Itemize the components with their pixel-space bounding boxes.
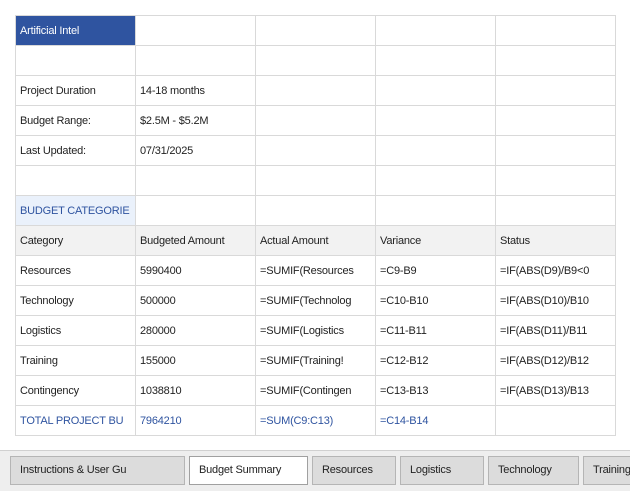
- sheet-cell[interactable]: 5990400: [135, 255, 256, 286]
- column-header-cell[interactable]: Budgeted Amount: [135, 225, 256, 256]
- sheet-cell[interactable]: =IF(ABS(D10)/B10: [495, 285, 616, 316]
- sheet-cell[interactable]: [495, 75, 616, 106]
- sheet-cell[interactable]: [375, 135, 496, 166]
- sheet-cell[interactable]: =SUMIF(Resources: [255, 255, 376, 286]
- sheet-cell[interactable]: 14-18 months: [135, 75, 256, 106]
- sheet-cell[interactable]: [255, 165, 376, 196]
- sheet-cell[interactable]: =IF(ABS(D13)/B13: [495, 375, 616, 406]
- sheet-cell[interactable]: [255, 15, 376, 46]
- sheet-cell[interactable]: Training: [15, 345, 136, 376]
- sheet-tab-logistics[interactable]: Logistics: [400, 456, 484, 485]
- sheet-cell[interactable]: Resources: [15, 255, 136, 286]
- sheet-cell[interactable]: Logistics: [15, 315, 136, 346]
- sheet-cell[interactable]: [135, 45, 256, 76]
- sheet-cell[interactable]: [15, 165, 136, 196]
- sheet-cell[interactable]: =C14-B14: [375, 405, 496, 436]
- sheet-cell[interactable]: 280000: [135, 315, 256, 346]
- sheet-cell[interactable]: =C11-B11: [375, 315, 496, 346]
- sheet-tab-resources[interactable]: Resources: [312, 456, 396, 485]
- sheet-cell[interactable]: 07/31/2025: [135, 135, 256, 166]
- sheet-cell[interactable]: [495, 45, 616, 76]
- sheet-cell[interactable]: [15, 45, 136, 76]
- sheet-cell[interactable]: =SUMIF(Logistics: [255, 315, 376, 346]
- sheet-cell[interactable]: [375, 75, 496, 106]
- sheet-row: Artificial Intel: [15, 15, 616, 46]
- sheet-cell[interactable]: [255, 45, 376, 76]
- sheet-cell[interactable]: Contingency: [15, 375, 136, 406]
- sheet-row: [15, 45, 616, 76]
- sheet-cell[interactable]: 1038810: [135, 375, 256, 406]
- sheet-tab-technology[interactable]: Technology: [488, 456, 579, 485]
- sheet-cell[interactable]: =C9-B9: [375, 255, 496, 286]
- sheet-row: Technology 500000 =SUMIF(Technolog =C10-B10…: [15, 285, 616, 316]
- sheet-cell[interactable]: [375, 195, 496, 226]
- sheet-cell[interactable]: =SUMIF(Technolog: [255, 285, 376, 316]
- section-header-cell[interactable]: BUDGET CATEGORIE: [15, 195, 136, 226]
- sheet-cell[interactable]: [255, 105, 376, 136]
- sheet-cell[interactable]: [495, 135, 616, 166]
- sheet-cell[interactable]: 7964210: [135, 405, 256, 436]
- column-header-cell[interactable]: Status: [495, 225, 616, 256]
- sheet-cell[interactable]: TOTAL PROJECT BU: [15, 405, 136, 436]
- sheet-cell[interactable]: [375, 15, 496, 46]
- sheet-row: BUDGET CATEGORIE: [15, 195, 616, 226]
- sheet-row: TOTAL PROJECT BU 7964210 =SUM(C9:C13) =C14-…: [15, 405, 616, 436]
- column-header-cell[interactable]: Variance: [375, 225, 496, 256]
- sheet-cell[interactable]: =SUMIF(Training!: [255, 345, 376, 376]
- sheet-row: Category Budgeted Amount Actual Amount Vari…: [15, 225, 616, 256]
- column-header-cell[interactable]: Category: [15, 225, 136, 256]
- sheet-cell[interactable]: =IF(ABS(D12)/B12: [495, 345, 616, 376]
- sheet-cell[interactable]: 500000: [135, 285, 256, 316]
- sheet-cell[interactable]: [255, 135, 376, 166]
- column-header-cell[interactable]: Actual Amount: [255, 225, 376, 256]
- sheet-cell[interactable]: [375, 45, 496, 76]
- sheet-tab-training[interactable]: Training: [583, 456, 630, 485]
- sheet-cell[interactable]: Project Duration: [15, 75, 136, 106]
- sheet-cell[interactable]: =IF(ABS(D9)/B9<0: [495, 255, 616, 286]
- sheet-cell[interactable]: [135, 195, 256, 226]
- sheet-cell[interactable]: [255, 195, 376, 226]
- sheet-tab-instructions-user-gu[interactable]: Instructions & User Gu: [10, 456, 185, 485]
- sheet-cell[interactable]: Budget Range:: [15, 105, 136, 136]
- sheet-cell[interactable]: =C12-B12: [375, 345, 496, 376]
- sheet-title-cell[interactable]: Artificial Intel: [15, 15, 136, 46]
- sheet-row: Training 155000 =SUMIF(Training! =C12-B12 =I…: [15, 345, 616, 376]
- sheet-cell[interactable]: $2.5M - $5.2M: [135, 105, 256, 136]
- spreadsheet-grid: Artificial Intel Project Duration 14-18 mo…: [15, 15, 616, 436]
- sheet-tab-budget-summary[interactable]: Budget Summary: [189, 456, 308, 485]
- sheet-tab-bar: Instructions & User Gu Budget Summary Reso…: [0, 450, 630, 491]
- sheet-row: [15, 165, 616, 196]
- sheet-cell[interactable]: [495, 195, 616, 226]
- sheet-cell[interactable]: [255, 75, 376, 106]
- sheet-cell[interactable]: =IF(ABS(D11)/B11: [495, 315, 616, 346]
- sheet-cell[interactable]: [375, 165, 496, 196]
- sheet-cell[interactable]: 155000: [135, 345, 256, 376]
- sheet-cell[interactable]: Last Updated:: [15, 135, 136, 166]
- sheet-cell[interactable]: [495, 165, 616, 196]
- sheet-row: Logistics 280000 =SUMIF(Logistics =C11-B11 =…: [15, 315, 616, 346]
- sheet-cell[interactable]: =C10-B10: [375, 285, 496, 316]
- sheet-row: Budget Range: $2.5M - $5.2M: [15, 105, 616, 136]
- sheet-cell[interactable]: [135, 165, 256, 196]
- sheet-row: Resources 5990400 =SUMIF(Resources =C9-B9 =I…: [15, 255, 616, 286]
- sheet-cell[interactable]: =SUMIF(Contingen: [255, 375, 376, 406]
- sheet-cell[interactable]: Technology: [15, 285, 136, 316]
- sheet-cell[interactable]: =C13-B13: [375, 375, 496, 406]
- sheet-cell[interactable]: [375, 105, 496, 136]
- sheet-row: Contingency 1038810 =SUMIF(Contingen =C13-B…: [15, 375, 616, 406]
- budget-summary-table: Artificial Intel Project Duration 14-18 mo…: [15, 15, 616, 436]
- sheet-row: Project Duration 14-18 months: [15, 75, 616, 106]
- sheet-row: Last Updated: 07/31/2025: [15, 135, 616, 166]
- sheet-cell[interactable]: [495, 15, 616, 46]
- sheet-cell[interactable]: [495, 405, 616, 436]
- sheet-cell[interactable]: [135, 15, 256, 46]
- sheet-cell[interactable]: [495, 105, 616, 136]
- sheet-cell[interactable]: =SUM(C9:C13): [255, 405, 376, 436]
